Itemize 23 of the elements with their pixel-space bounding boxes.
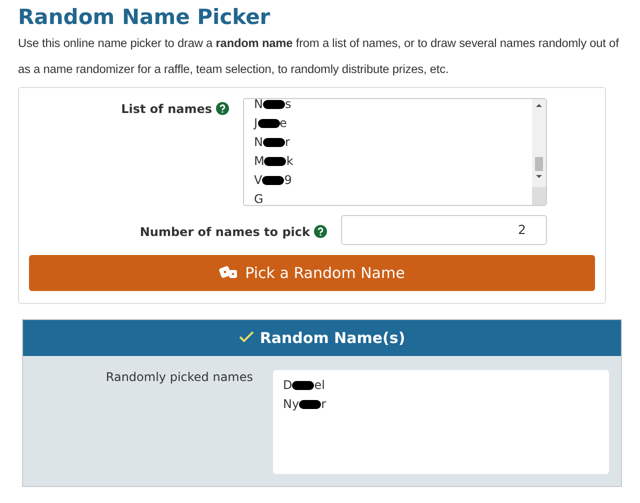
name-entry: N s xyxy=(254,99,292,113)
page-title: Random Name Picker xyxy=(18,4,272,30)
name-entry: Ny r xyxy=(283,396,328,413)
name-entry: V 9 xyxy=(254,172,293,189)
name-entry: G xyxy=(254,191,264,205)
names-textarea[interactable]: N s J e N r M k V 9 G xyxy=(243,98,547,206)
intro-text: Use this online name picker to draw a random name from a list of names, or to draw several names randomly out of xyxy=(18,36,619,51)
name-entry: J e xyxy=(254,115,288,132)
name-entry: M k xyxy=(254,153,294,170)
name-entry: N r xyxy=(254,134,291,151)
dice-icon xyxy=(219,264,240,280)
help-icon[interactable] xyxy=(314,225,327,238)
field-label: List of names xyxy=(121,102,212,116)
help-icon[interactable] xyxy=(216,102,229,115)
field-label: Number of names to pick xyxy=(140,225,310,239)
intro-text: as a name randomizer for a raffle, team selection, to randomly distribute prizes, etc. xyxy=(18,62,449,77)
result-textarea[interactable]: D el Ny r xyxy=(273,370,609,474)
count-field[interactable]: 2 xyxy=(341,215,547,245)
check-icon xyxy=(238,331,254,343)
result-header: Random Name(s) xyxy=(23,320,621,356)
field-label: Randomly picked names xyxy=(104,370,253,386)
name-entry: D el xyxy=(283,377,326,394)
pick-button[interactable]: Pick a Random Name xyxy=(29,255,595,291)
